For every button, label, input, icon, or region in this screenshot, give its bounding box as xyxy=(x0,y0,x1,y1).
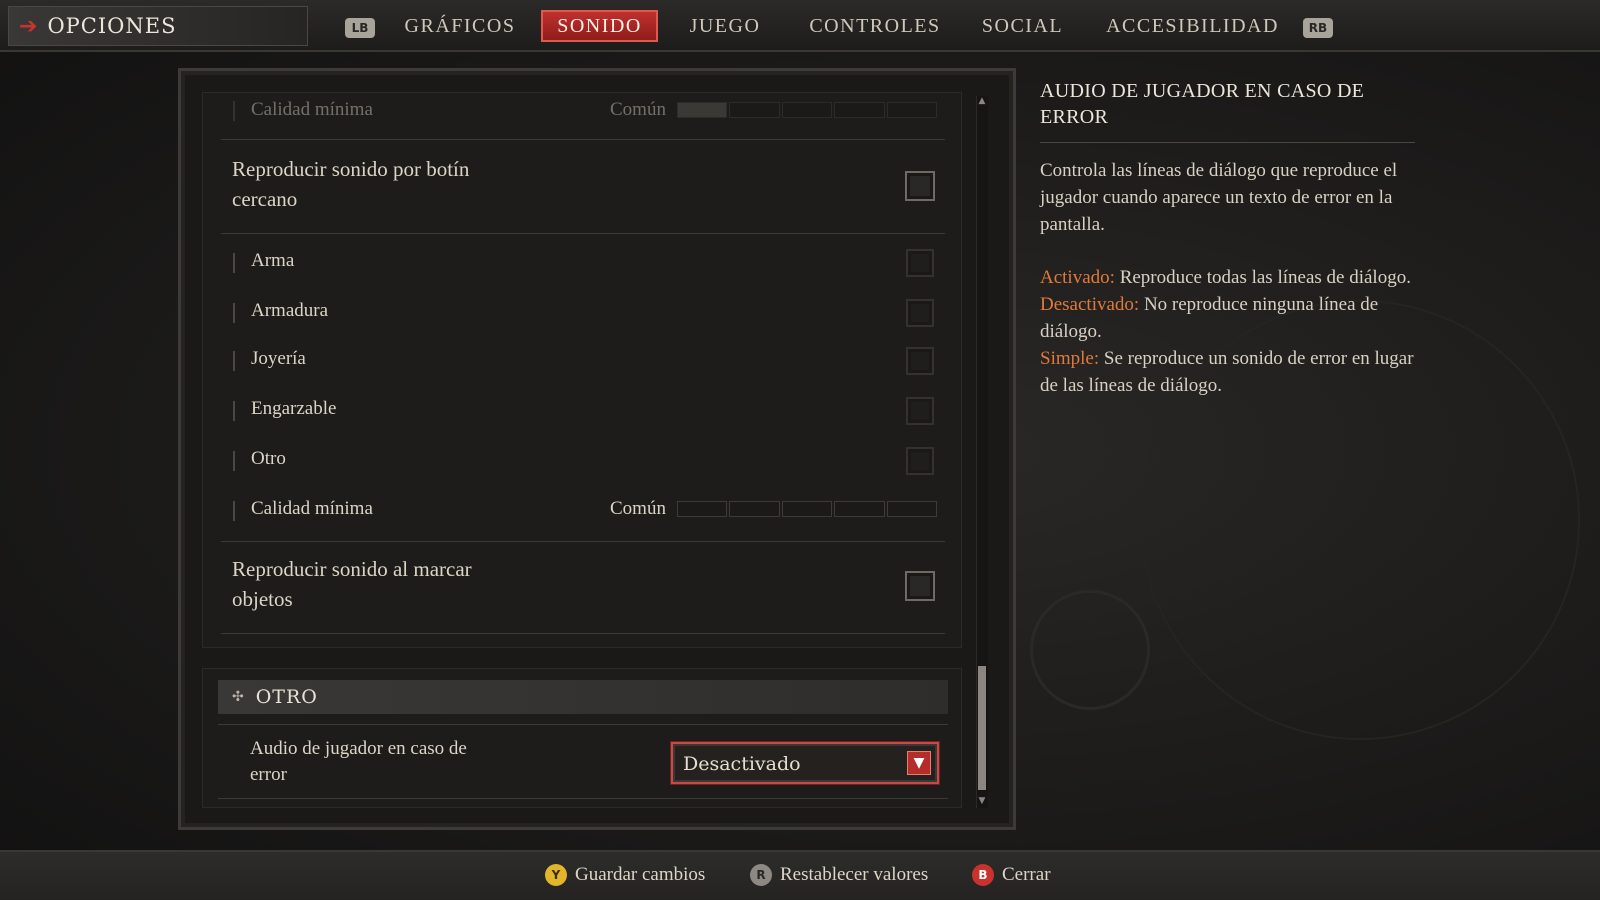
description-body: Controla las líneas de diálogo que repro… xyxy=(1040,160,1398,235)
top-quality-label: Calidad mínima xyxy=(251,99,373,120)
loot-sound-label-line2: cercano xyxy=(232,187,298,211)
top-navigation-bar: ➔ OPCIONES LB GRÁFICOS SONIDO JUEGO CONT… xyxy=(0,0,1600,52)
other-section-title: OTRO xyxy=(255,686,318,708)
tab-graficos[interactable]: GRÁFICOS xyxy=(395,10,525,42)
y-button-icon: Y xyxy=(545,864,567,886)
divider xyxy=(221,233,945,234)
loot-item-engarzable: Engarzable xyxy=(251,398,337,419)
sub-marker xyxy=(233,303,235,323)
description-title-line2: ERROR xyxy=(1040,106,1109,128)
min-quality-value: Común xyxy=(610,498,666,519)
loot-sound-checkbox[interactable] xyxy=(905,171,935,201)
tab-social[interactable]: SOCIAL xyxy=(975,10,1070,42)
divider xyxy=(218,724,948,725)
save-changes-button[interactable]: Y Guardar cambios xyxy=(545,864,705,886)
reset-values-button[interactable]: R Restablecer valores xyxy=(750,864,928,886)
close-label: Cerrar xyxy=(1002,864,1051,885)
dropdown-arrow-icon[interactable]: ▼ xyxy=(907,751,931,775)
engarzable-checkbox[interactable] xyxy=(906,397,934,425)
description-panel: AUDIO DE JUGADOR EN CASO DE ERROR Contro… xyxy=(1040,78,1420,399)
joyeria-checkbox[interactable] xyxy=(906,347,934,375)
error-audio-label-line2: error xyxy=(250,764,287,785)
arma-checkbox[interactable] xyxy=(906,249,934,277)
error-audio-label-line1: Audio de jugador en caso de xyxy=(250,738,467,759)
options-title: OPCIONES xyxy=(47,14,177,38)
sub-marker xyxy=(233,101,235,121)
r-stick-icon: R xyxy=(750,864,772,886)
description-title-line1: AUDIO DE JUGADOR EN CASO DE xyxy=(1040,80,1365,102)
loot-item-arma: Arma xyxy=(251,250,295,271)
sub-marker xyxy=(233,253,235,273)
divider xyxy=(221,633,945,634)
options-title-box: ➔ OPCIONES xyxy=(8,6,308,46)
top-quality-slider[interactable] xyxy=(677,102,938,118)
tab-accesibilidad[interactable]: ACCESIBILIDAD xyxy=(1105,10,1280,42)
error-audio-dropdown[interactable]: Desactivado ▼ xyxy=(671,742,939,784)
mark-sound-label-line2: objetos xyxy=(232,587,293,611)
loot-item-joyeria: Joyería xyxy=(251,348,306,369)
scroll-down-icon[interactable]: ▼ xyxy=(976,796,988,808)
loot-sound-label-line1: Reproducir sonido por botín xyxy=(232,157,470,181)
scroll-up-icon[interactable]: ▲ xyxy=(976,96,988,108)
loot-item-otro: Otro xyxy=(251,448,286,469)
mark-sound-label-line1: Reproducir sonido al marcar xyxy=(232,557,472,581)
min-quality-slider[interactable] xyxy=(677,501,938,517)
divider xyxy=(221,139,945,140)
sub-marker xyxy=(233,451,235,471)
mark-sound-checkbox[interactable] xyxy=(905,571,935,601)
tab-controles[interactable]: CONTROLES xyxy=(800,10,950,42)
dropdown-value: Desactivado xyxy=(683,753,801,775)
armadura-checkbox[interactable] xyxy=(906,299,934,327)
scrollbar-thumb[interactable] xyxy=(978,666,986,790)
tab-sonido[interactable]: SONIDO xyxy=(541,10,658,42)
reset-values-label: Restablecer valores xyxy=(780,864,929,885)
diamond-icon: ✣ xyxy=(232,689,244,705)
divider xyxy=(221,541,945,542)
description-option-desactivado: Desactivado: No reproduce ninguna línea … xyxy=(1040,294,1379,342)
divider xyxy=(218,798,948,799)
top-quality-value: Común xyxy=(610,99,666,120)
description-option-activado: Activado: Reproduce todas las líneas de … xyxy=(1040,267,1411,288)
loot-item-armadura: Armadura xyxy=(251,300,329,321)
sound-settings-list: Calidad mínima Común Reproducir sonido p… xyxy=(202,92,962,648)
tab-juego[interactable]: JUEGO xyxy=(680,10,770,42)
rb-bumper-icon[interactable]: RB xyxy=(1303,18,1333,38)
sub-marker xyxy=(233,351,235,371)
back-arrow-icon[interactable]: ➔ xyxy=(19,14,37,39)
description-divider xyxy=(1040,142,1415,143)
other-section-header: ✣ OTRO xyxy=(218,680,948,714)
sub-marker xyxy=(233,401,235,421)
b-button-icon: B xyxy=(972,864,994,886)
close-button[interactable]: B Cerrar xyxy=(972,864,1051,886)
lb-bumper-icon[interactable]: LB xyxy=(345,18,375,38)
save-changes-label: Guardar cambios xyxy=(575,864,706,885)
description-option-simple: Simple: Se reproduce un sonido de error … xyxy=(1040,348,1414,396)
min-quality-label: Calidad mínima xyxy=(251,498,373,519)
decorative-emblem xyxy=(1030,590,1150,710)
otro-checkbox[interactable] xyxy=(906,447,934,475)
sub-marker xyxy=(233,501,235,521)
